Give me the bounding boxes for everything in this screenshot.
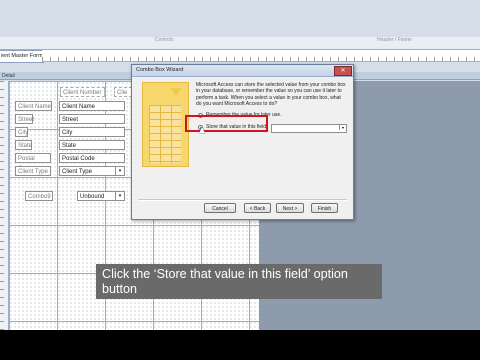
back-button[interactable]: < Back — [244, 203, 271, 213]
cancel-button[interactable]: Cancel — [204, 203, 236, 213]
state-label[interactable]: State — [15, 140, 32, 150]
store-field-combo[interactable]: ▾ — [271, 124, 347, 133]
vertical-ruler — [0, 81, 9, 330]
dialog-title: Combo Box Wizard — [136, 67, 184, 73]
combo-box-wizard-dialog: Combo Box Wizard ✕ Microsoft Access can … — [131, 64, 354, 220]
client-number-label[interactable]: Client Number — [60, 87, 105, 97]
finish-button[interactable]: Finish — [311, 203, 338, 213]
client-type-label[interactable]: Client Type — [15, 166, 51, 176]
wizard-description: Microsoft Access can store the selected … — [196, 82, 346, 107]
ribbon-group-header-footer: Header / Footer — [377, 37, 413, 43]
dialog-separator — [138, 199, 347, 201]
client-type-value: Client Type — [62, 169, 92, 175]
combo9-label[interactable]: Combo9 — [25, 191, 53, 201]
table-icon — [149, 105, 181, 163]
state-field[interactable]: State — [59, 140, 125, 150]
mouse-cursor-icon — [199, 127, 205, 133]
tutorial-caption: Click the ‘Store that value in this fiel… — [96, 264, 382, 299]
client-type-combo[interactable]: Client Type ▾ — [59, 166, 125, 176]
street-field[interactable]: Street — [59, 114, 125, 124]
next-button[interactable]: Next > — [276, 203, 304, 213]
horizontal-ruler — [42, 50, 480, 62]
city-field[interactable]: City — [59, 127, 125, 137]
client-header-label[interactable]: Clie — [114, 87, 132, 97]
postal-code-field[interactable]: Postal Code — [59, 153, 125, 163]
document-tab[interactable]: ient Master Form — [0, 50, 44, 63]
client-name-label[interactable]: Client Name — [15, 101, 52, 111]
arrow-icon — [170, 88, 182, 96]
close-icon[interactable]: ✕ — [334, 66, 352, 76]
chevron-down-icon[interactable]: ▾ — [339, 125, 346, 130]
dialog-title-bar[interactable]: Combo Box Wizard ✕ — [132, 65, 353, 77]
city-label[interactable]: City — [15, 127, 28, 137]
chevron-down-icon[interactable]: ▾ — [115, 192, 124, 200]
postal-code-label[interactable]: Postal Code — [15, 153, 51, 172]
street-label[interactable]: Street — [15, 114, 34, 124]
chevron-down-icon[interactable]: ▾ — [115, 167, 124, 175]
access-window: Controls Header / Footer ient Master For… — [0, 0, 480, 330]
combo9-field[interactable]: Unbound ▾ — [77, 191, 125, 201]
client-name-field[interactable]: Client Name — [59, 101, 125, 111]
tutorial-highlight-box — [185, 115, 268, 132]
ribbon-group-controls: Controls — [155, 37, 174, 43]
wizard-illustration — [142, 82, 189, 167]
combo9-value: Unbound — [80, 194, 105, 200]
